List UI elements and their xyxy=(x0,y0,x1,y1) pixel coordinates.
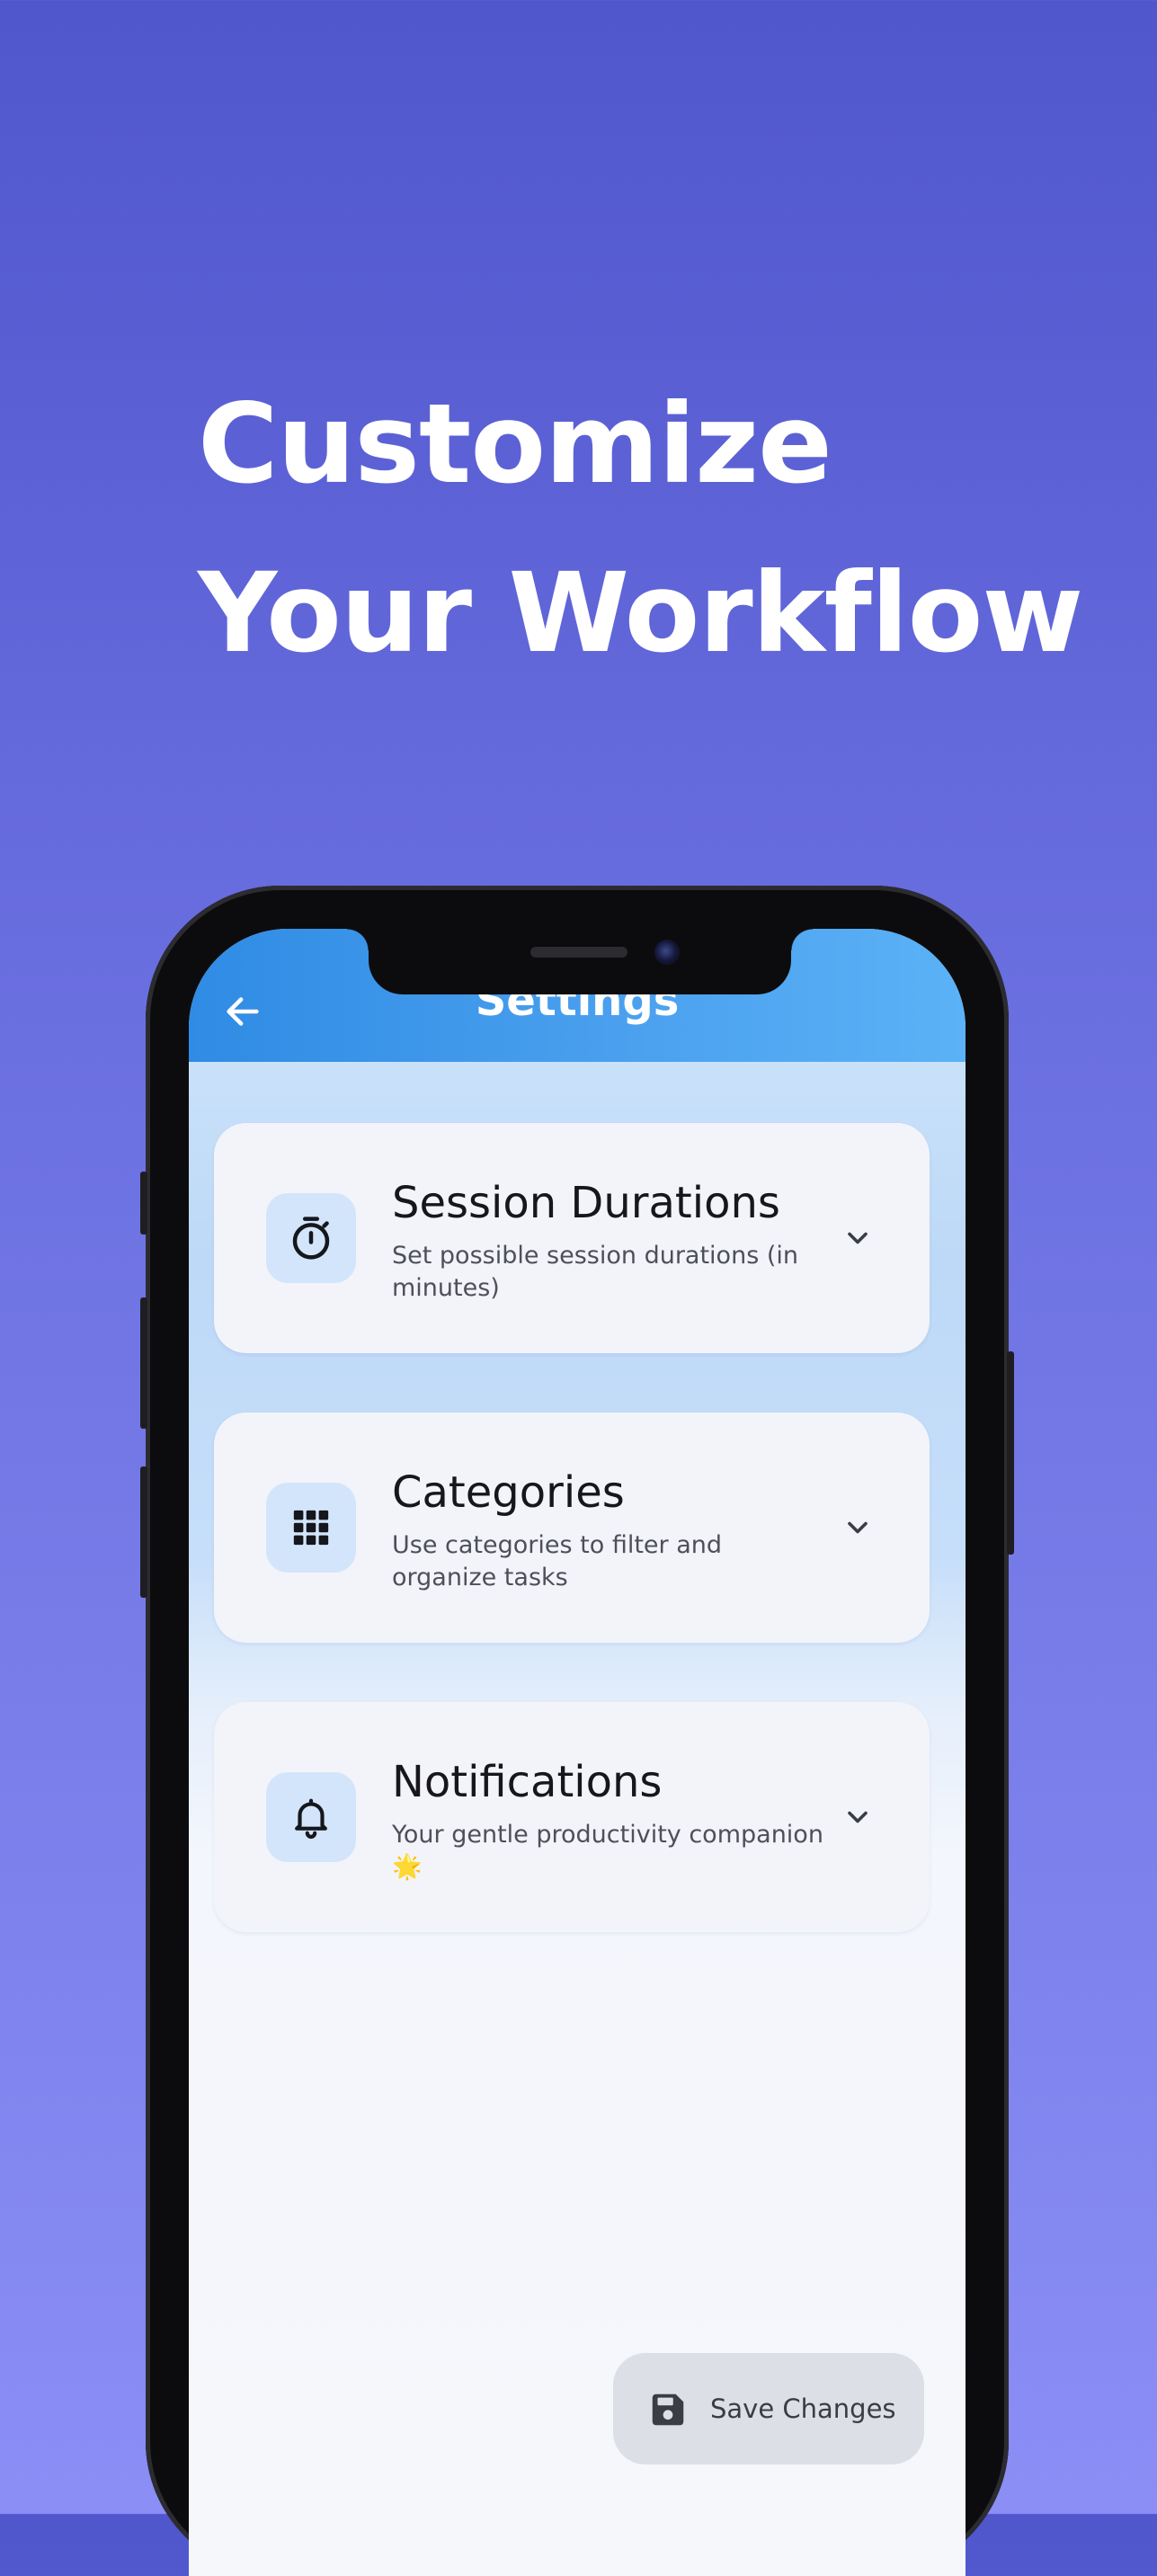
headline-line-1: Customize xyxy=(198,380,832,508)
phone-power-button xyxy=(1007,1351,1014,1555)
card-subtitle: Use categories to filter and organize ta… xyxy=(392,1531,723,1591)
save-changes-button[interactable]: Save Changes xyxy=(613,2353,924,2465)
card-title: Categories xyxy=(392,1467,625,1518)
phone-volume-down-button xyxy=(140,1466,147,1598)
notifications-card[interactable]: Notifications Your gentle productivity c… xyxy=(214,1702,930,1932)
card-title: Session Durations xyxy=(392,1178,780,1228)
chevron-down-icon xyxy=(848,1811,868,1823)
card-icon-tile xyxy=(266,1772,356,1862)
card-subtitle: Your gentle productivity companion 🌟 xyxy=(392,1821,823,1881)
expand-button[interactable] xyxy=(836,1796,879,1839)
grid-icon xyxy=(293,1510,329,1546)
phone-frame: Settings Session Durations Set possible … xyxy=(140,886,1014,2576)
promo-headline: Customize Your Workflow xyxy=(198,360,1097,698)
bell-icon xyxy=(295,1798,327,1839)
card-title: Notifications xyxy=(392,1757,663,1807)
card-icon-tile xyxy=(266,1193,356,1283)
app-screen: Settings Session Durations Set possible … xyxy=(189,929,966,2576)
phone-volume-up-button xyxy=(140,1297,147,1429)
expand-button[interactable] xyxy=(836,1506,879,1549)
card-subtitle: Set possible session durations (in minut… xyxy=(392,1242,798,1302)
front-camera xyxy=(654,940,680,965)
earpiece-speaker xyxy=(530,947,627,958)
card-icon-tile xyxy=(266,1483,356,1573)
phone-notch xyxy=(347,929,813,994)
phone-silent-switch xyxy=(140,1172,147,1235)
floppy-disk-icon xyxy=(652,2393,684,2426)
save-button-label: Save Changes xyxy=(710,2393,896,2424)
chevron-down-icon xyxy=(848,1521,868,1534)
chevron-down-icon xyxy=(848,1232,868,1244)
expand-button[interactable] xyxy=(836,1217,879,1260)
headline-line-2: Your Workflow xyxy=(198,549,1083,677)
categories-card[interactable]: Categories Use categories to filter and … xyxy=(214,1413,930,1643)
session-durations-card[interactable]: Session Durations Set possible session d… xyxy=(214,1123,930,1353)
stopwatch-icon xyxy=(292,1217,330,1260)
